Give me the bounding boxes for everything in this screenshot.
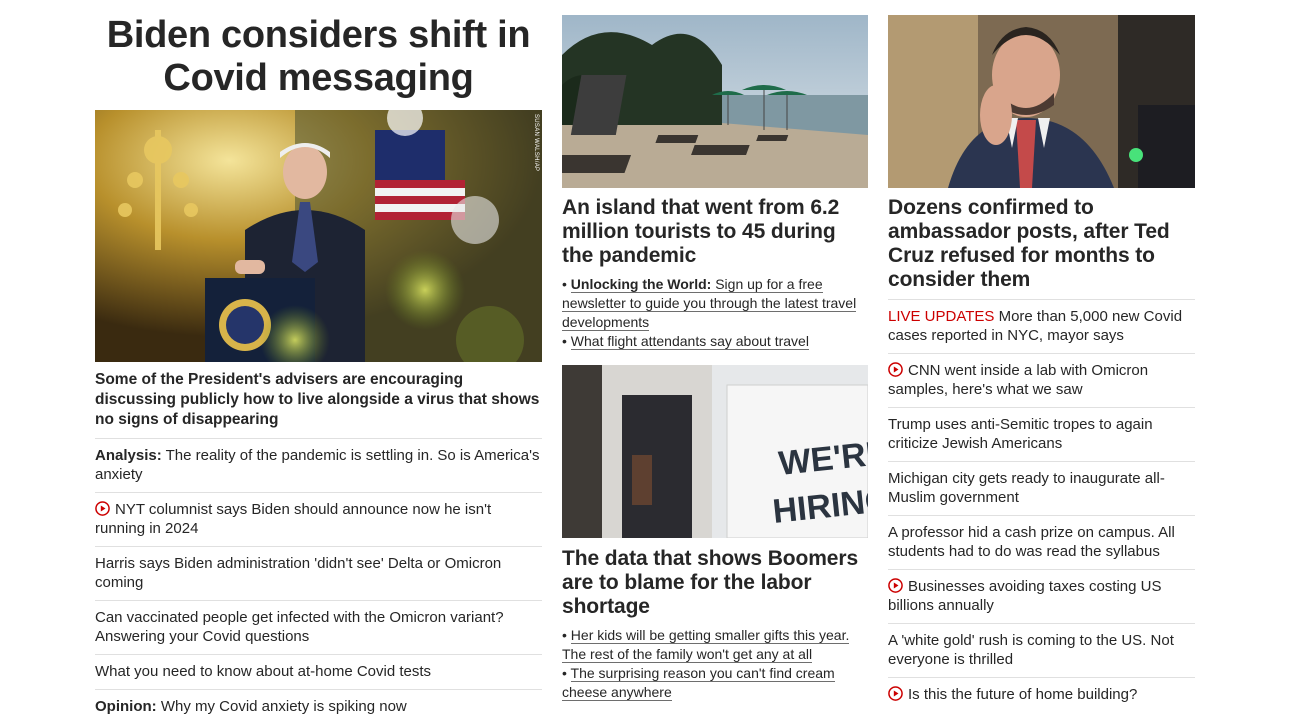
item-text: A 'white gold' rush is coming to the US.… [888,632,1174,668]
hero-related-list: Analysis: The reality of the pandemic is… [95,438,542,724]
item-text: A professor hid a cash prize on campus. … [888,524,1175,560]
sublink-item[interactable]: • Her kids will be getting smaller gifts… [562,626,868,664]
play-circle-icon [888,686,903,701]
item-text: What you need to know about at-home Covi… [95,663,432,680]
story-headline[interactable]: Dozens confirmed to ambassador posts, af… [888,196,1195,292]
sublink-text: What flight attendants say about travel [570,333,809,350]
hiring-sign-image[interactable]: WE'RE HIRING! [562,365,868,538]
list-item[interactable]: Is this the future of home building? [888,677,1195,712]
sublink-text: Her kids will be getting smaller gifts t… [562,627,850,663]
list-item[interactable]: NYT columnist says Biden should announce… [95,492,542,546]
sublink-text: The surprising reason you can't find cre… [562,665,835,701]
item-text: Trump uses anti-Semitic tropes to again … [888,416,1153,452]
play-circle-icon [888,578,903,593]
item-text: CNN went inside a lab with Omicron sampl… [888,362,1149,398]
item-text: Is this the future of home building? [908,686,1138,703]
list-item[interactable]: LIVE UPDATES More than 5,000 new Covid c… [888,299,1195,353]
story-sublinks: • Her kids will be getting smaller gifts… [562,626,868,702]
list-item[interactable]: What you need to know about at-home Covi… [95,654,542,689]
middle-column: An island that went from 6.2 million tou… [562,0,868,702]
island-beach-image[interactable] [562,15,868,188]
story-sublinks: • Unlocking the World: Sign up for a fre… [562,275,868,351]
list-item[interactable]: Trump uses anti-Semitic tropes to again … [888,407,1195,461]
sublink-label: Unlocking the World: [570,276,712,292]
list-item[interactable]: Businesses avoiding taxes costing US bil… [888,569,1195,623]
item-text: The reality of the pandemic is settling … [95,447,540,483]
item-label: Opinion: [95,698,157,715]
hero-column: Biden considers shift in Covid messaging [95,0,542,724]
list-item[interactable]: A 'white gold' rush is coming to the US.… [888,623,1195,677]
list-item[interactable]: Harris says Biden administration 'didn't… [95,546,542,600]
ted-cruz-image[interactable] [888,15,1195,188]
hero-image-biden[interactable]: SUSAN WALSH/AP [95,110,542,362]
play-circle-icon [888,362,903,377]
list-item[interactable]: Opinion: Why my Covid anxiety is spiking… [95,689,542,724]
list-item[interactable]: Analysis: The reality of the pandemic is… [95,438,542,492]
item-text: NYT columnist says Biden should announce… [95,501,492,537]
item-text: Harris says Biden administration 'didn't… [95,555,502,591]
live-updates-badge: LIVE UPDATES [888,308,995,325]
list-item[interactable]: A professor hid a cash prize on campus. … [888,515,1195,569]
list-item[interactable]: CNN went inside a lab with Omicron sampl… [888,353,1195,407]
island-photo [562,15,868,188]
story-headline[interactable]: The data that shows Boomers are to blame… [562,547,868,619]
right-column: Dozens confirmed to ambassador posts, af… [888,0,1195,712]
hero-lead-text[interactable]: Some of the President's advisers are enc… [95,370,542,430]
list-item[interactable]: Michigan city gets ready to inaugurate a… [888,461,1195,515]
item-text: Businesses avoiding taxes costing US bil… [888,578,1162,614]
sublink-item[interactable]: • The surprising reason you can't find c… [562,664,868,702]
item-label: Analysis: [95,447,162,464]
hero-headline[interactable]: Biden considers shift in Covid messaging [95,14,542,100]
story-headline[interactable]: An island that went from 6.2 million tou… [562,196,868,268]
right-related-list: LIVE UPDATES More than 5,000 new Covid c… [888,299,1195,712]
item-text: Can vaccinated people get infected with … [95,609,504,645]
cruz-photo [888,15,1195,188]
sublink-item[interactable]: • What flight attendants say about trave… [562,332,868,351]
item-text: Michigan city gets ready to inaugurate a… [888,470,1165,506]
sublink-item[interactable]: • Unlocking the World: Sign up for a fre… [562,275,868,332]
list-item[interactable]: Can vaccinated people get infected with … [95,600,542,654]
hero-photo [95,110,542,362]
hiring-photo: WE'RE HIRING! [562,365,868,538]
photo-credit: SUSAN WALSH/AP [533,114,539,172]
play-circle-icon [95,501,110,516]
item-text: Why my Covid anxiety is spiking now [160,698,407,715]
